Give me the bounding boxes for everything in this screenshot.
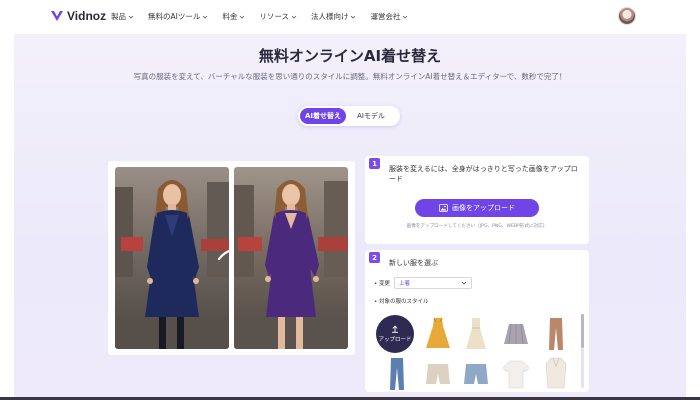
step1-instruction: 服装を変えるには、全身がはっきりと写った画像をアップロード (389, 165, 578, 183)
menu-item-resources[interactable]: リソース (259, 11, 297, 22)
clothes-item-beige-shorts[interactable] (424, 360, 452, 396)
before-photo (115, 167, 229, 349)
menu-item-company[interactable]: 運営会社 (370, 11, 408, 22)
upload-button-label: 画像をアップロード (452, 204, 515, 212)
clothes-item-white-tshirt[interactable] (502, 358, 530, 394)
upload-clothes-button[interactable]: アップロード (376, 315, 414, 353)
clothes-item-yellow-dress[interactable] (424, 316, 452, 352)
style-label: • 対象の服のスタイル (374, 299, 429, 305)
upload-clothes-label: アップロード (378, 337, 412, 343)
scrollbar-thumb[interactable] (581, 314, 584, 348)
tab-ai-model[interactable]: AIモデル (346, 108, 396, 124)
menu-item-pricing[interactable]: 料金 (222, 11, 245, 22)
menu-label: 運営会社 (370, 12, 401, 21)
logo[interactable]: Vidnoz (50, 9, 106, 23)
menu-label: 法人様向け (310, 12, 349, 21)
clothes-item-white-blouse[interactable] (542, 356, 570, 392)
step1-upload-card: 1 服装を変えるには、全身がはっきりと写った画像をアップロード 画像をアップロー… (365, 156, 589, 244)
step-number-badge: 1 (369, 158, 380, 169)
upload-image-button[interactable]: 画像をアップロード (415, 199, 539, 217)
step2-clothes-card: 2 新しい服を選ぶ • 変更 上着 • 対象の服のスタイル アップロード (365, 250, 589, 392)
mode-tabs: AI着せ替え AIモデル (298, 106, 400, 126)
menu-item-free-ai-tools[interactable]: 無料のAIツール (148, 11, 208, 22)
vidnoz-logo-icon (51, 11, 63, 21)
avatar[interactable] (618, 7, 636, 25)
upload-format-hint: 画像をアップロードしてください（JPG、PNG、WEBP形式に対応） (406, 224, 548, 229)
garment-type-select[interactable]: 上着 (394, 277, 473, 289)
page-subtitle: 写真の服装を変えて、バーチャルな服装を思い通りのスタイルに調整。無料オンラインA… (133, 72, 567, 81)
menu-item-products[interactable]: 製品 (111, 11, 134, 22)
image-icon (439, 204, 448, 212)
chevron-down-icon (240, 15, 245, 19)
step-number-badge: 2 (369, 252, 380, 263)
menu-label: 無料のAIツール (148, 12, 201, 21)
clothes-item-denim-shorts[interactable] (462, 360, 490, 396)
top-navbar: Vidnoz 製品 無料のAIツール 料金 リソース 法人様向け 運営会社 (0, 0, 700, 34)
chevron-down-icon (128, 15, 134, 19)
tab-ai-outfit-change[interactable]: AI着せ替え (300, 108, 346, 124)
chevron-down-icon (203, 15, 208, 19)
chevron-down-icon (291, 15, 297, 19)
before-after-preview (108, 161, 355, 355)
menu-label: 製品 (111, 12, 126, 21)
menu-item-business[interactable]: 法人様向け (311, 11, 357, 22)
chevron-down-icon (461, 281, 467, 285)
page-title: 無料オンラインAI着せ替え (258, 47, 442, 65)
main-menu: 製品 無料のAIツール 料金 リソース 法人様向け 運営会社 (111, 11, 408, 22)
clothes-item-grey-skirt[interactable] (502, 318, 530, 354)
clothes-item-cream-dress[interactable] (462, 316, 490, 352)
after-photo (234, 167, 348, 349)
chevron-down-icon (351, 15, 356, 19)
clothes-item-blue-jeans[interactable] (383, 356, 411, 392)
clothes-scrollbar[interactable] (581, 314, 584, 388)
change-option-row: • 変更 上着 (374, 277, 473, 289)
menu-label: リソース (259, 12, 289, 21)
clothes-item-brown-pants[interactable] (542, 316, 570, 352)
upload-arrow-icon (392, 325, 398, 333)
change-label: • 変更 (374, 281, 391, 287)
chevron-down-icon (403, 15, 408, 19)
step2-title: 新しい服を選ぶ (389, 259, 438, 267)
garment-type-value: 上着 (399, 281, 411, 287)
menu-label: 料金 (222, 12, 238, 21)
logo-text: Vidnoz (67, 9, 107, 23)
